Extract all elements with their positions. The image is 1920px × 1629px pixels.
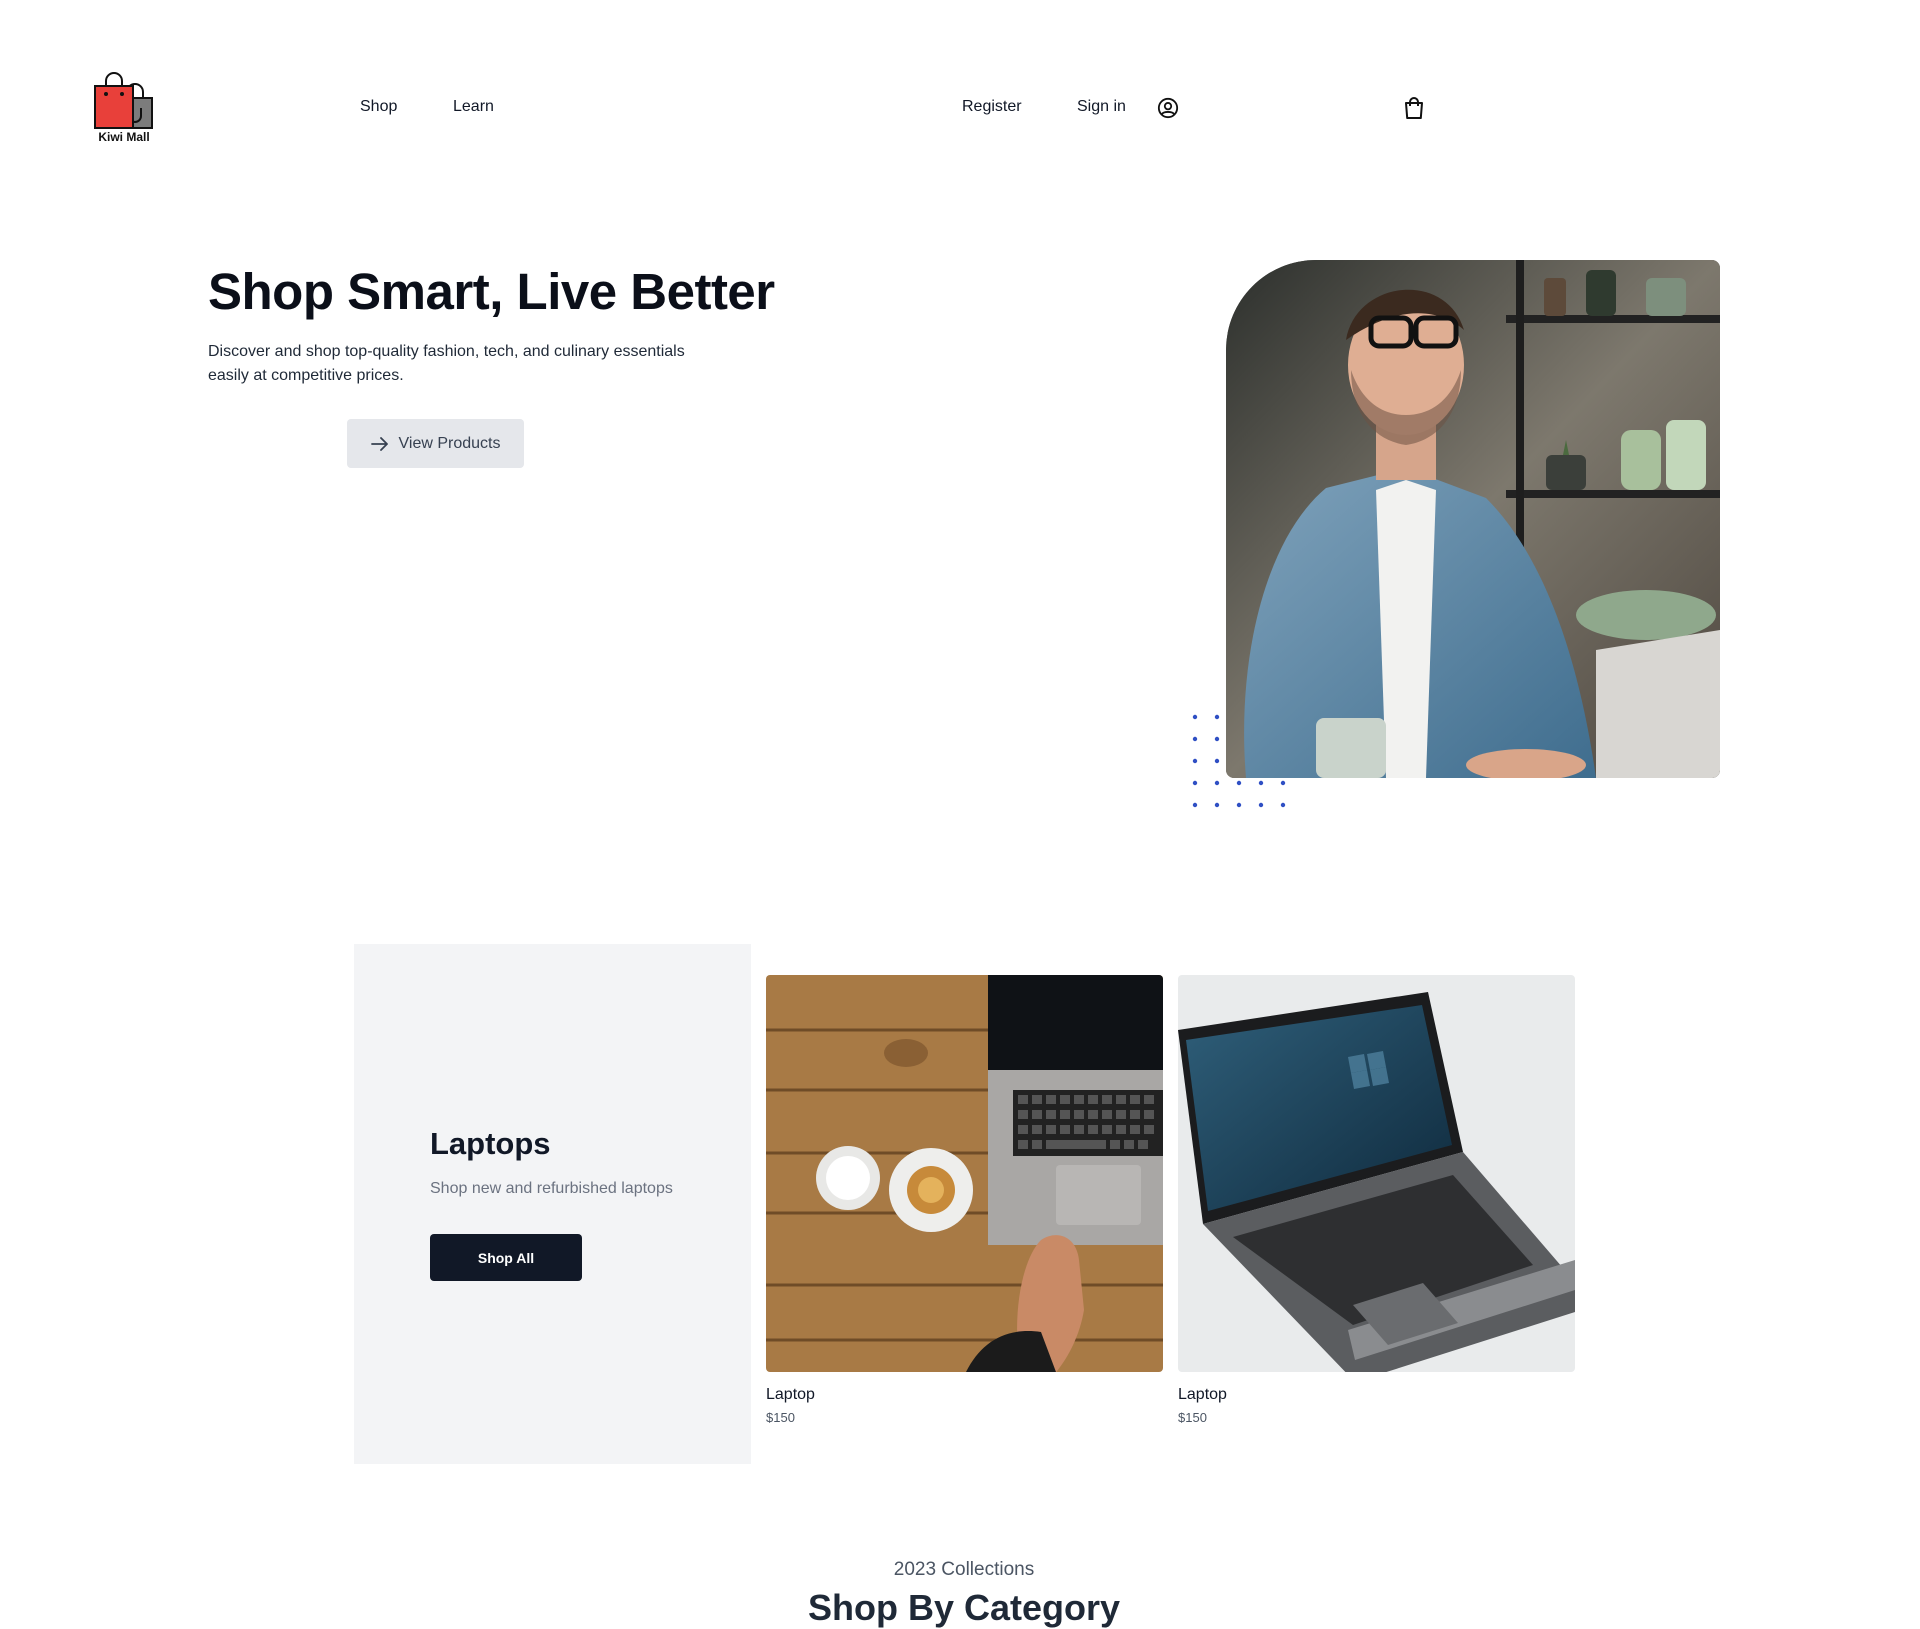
product-name: Laptop	[766, 1386, 815, 1403]
hero-title: Shop Smart, Live Better	[208, 263, 775, 320]
laptops-category-subtitle: Shop new and refurbished laptops	[430, 1180, 673, 1197]
product-image	[1178, 975, 1575, 1372]
collections-label: 2023 Collections	[893, 1559, 1035, 1580]
shopping-bag-icon[interactable]	[1403, 96, 1425, 120]
laptops-category-panel	[354, 944, 751, 1464]
hero-image	[1226, 260, 1720, 778]
laptop-on-table-photo	[766, 975, 1163, 1372]
nav-register-link[interactable]: Register	[962, 98, 1022, 116]
arrow-right-icon	[370, 436, 388, 451]
product-card[interactable]: Laptop $150	[766, 975, 1163, 1425]
decorative-dot-pattern	[1192, 714, 1286, 808]
nav-sign-in-link[interactable]: Sign in	[1077, 98, 1126, 116]
brand-name: Kiwi Mall	[98, 130, 150, 144]
shopping-bags-logo-icon	[94, 72, 153, 129]
product-name: Laptop	[1178, 1386, 1227, 1403]
nav-learn-link[interactable]: Learn	[453, 98, 494, 116]
shop-all-button[interactable]: Shop All	[430, 1234, 582, 1281]
laptops-category-title: Laptops	[430, 1126, 551, 1161]
view-products-button[interactable]: View Products	[347, 419, 524, 468]
dell-laptop-photo	[1178, 975, 1575, 1372]
man-with-laptop-photo	[1226, 260, 1720, 778]
product-price: $150	[1178, 1410, 1207, 1425]
shop-by-category-title: Shop By Category	[807, 1587, 1121, 1628]
brand-logo[interactable]: Kiwi Mall	[92, 72, 156, 146]
user-circle-icon[interactable]	[1157, 97, 1179, 119]
nav-shop-link[interactable]: Shop	[360, 98, 397, 116]
product-card[interactable]: Laptop $150	[1178, 975, 1575, 1425]
product-image	[766, 975, 1163, 1372]
view-products-label: View Products	[398, 434, 501, 452]
hero-description: Discover and shop top-quality fashion, t…	[208, 343, 685, 384]
product-price: $150	[766, 1410, 795, 1425]
